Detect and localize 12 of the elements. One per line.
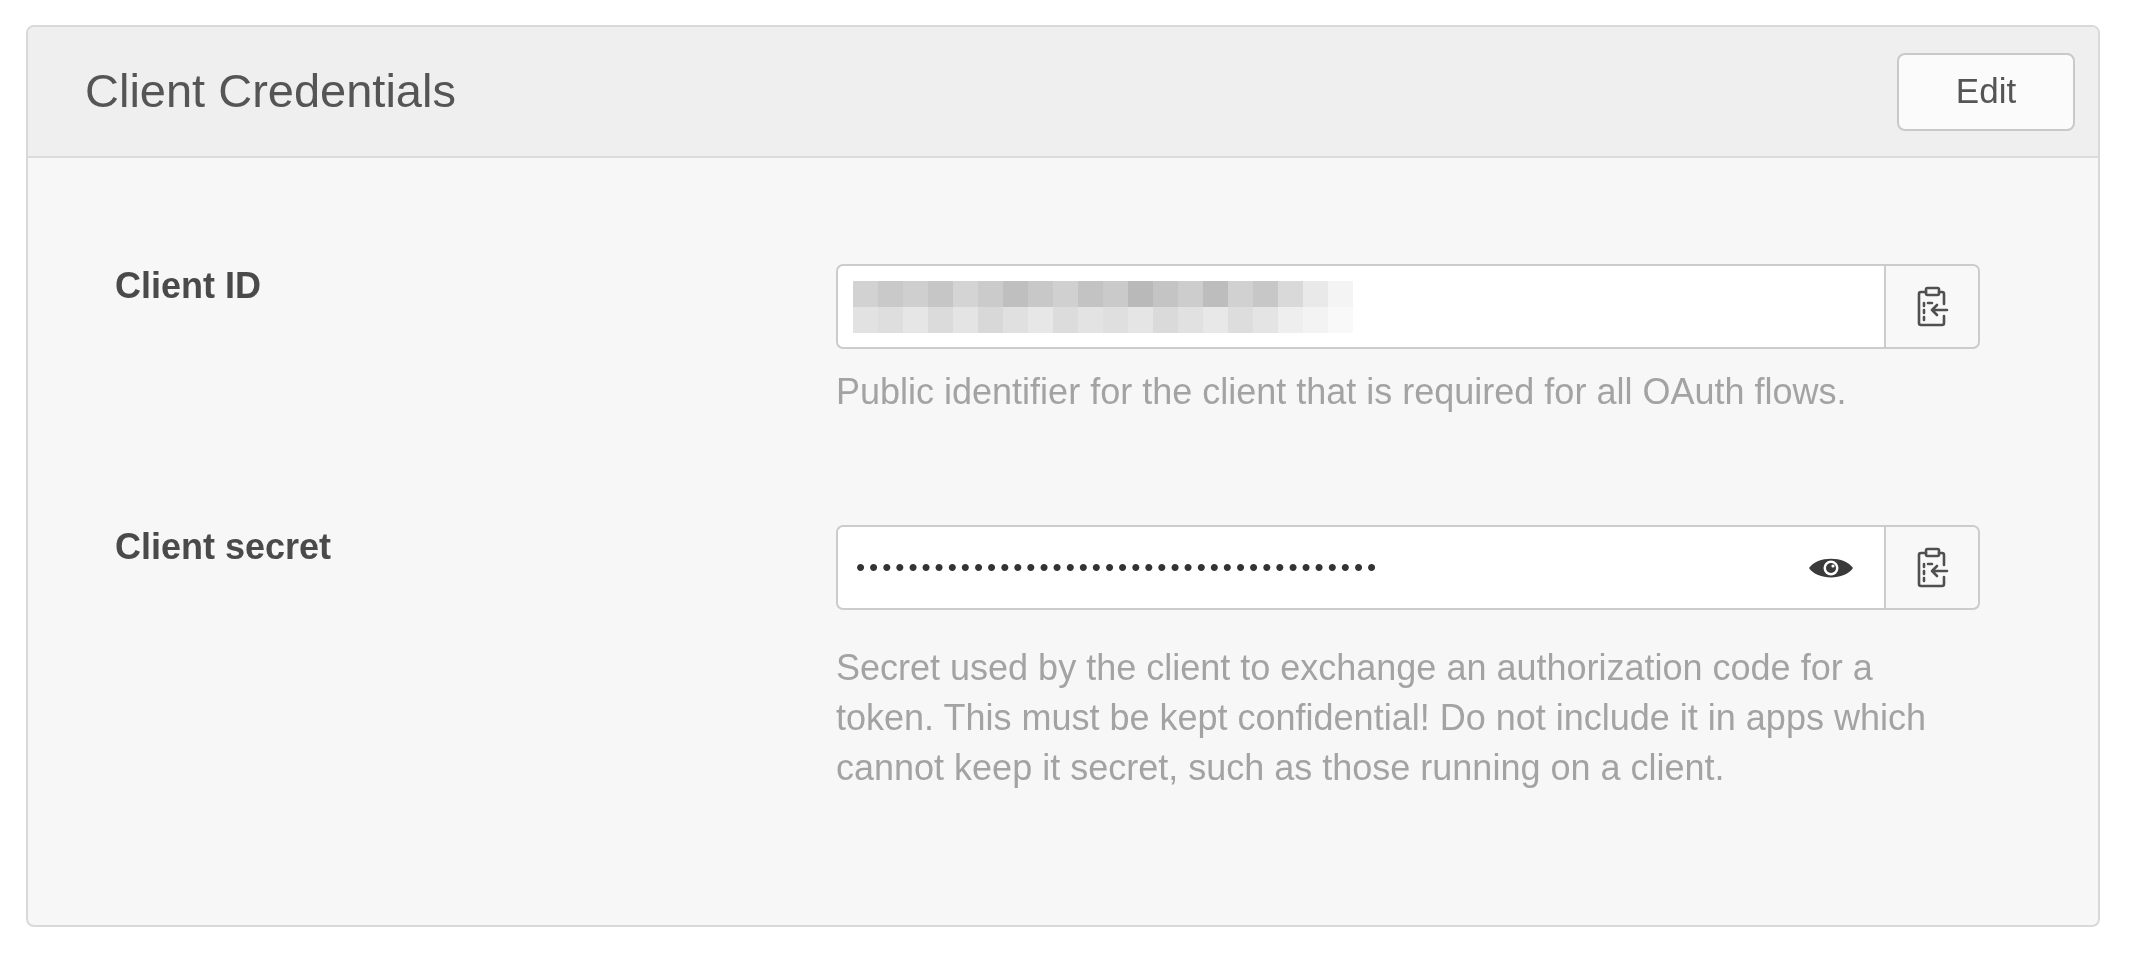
field-label: Client secret [115,525,333,569]
field-help-text: Secret used by the client to exchange an authorization code for a token. This must be kept confidential! Do not include it in apps which cannot keep it secret, such as those running on a client. [836,646,1927,790]
edit-button[interactable]: Edit [1897,52,2075,131]
copy-button[interactable] [1884,525,1980,610]
clipboard-icon [1915,286,1949,327]
client-id-field[interactable] [836,264,1884,349]
field-label: Client ID [115,264,262,308]
secret-field[interactable]: •••••••••••••••••••••••••••••••••••••••• [836,525,1884,610]
field-help-text: Public identifier for the client that is required for all OAuth flows. [836,370,1848,414]
panel-title: Client Credentials [85,63,456,120]
copy-button[interactable] [1884,264,1980,349]
clipboard-icon [1915,547,1949,588]
